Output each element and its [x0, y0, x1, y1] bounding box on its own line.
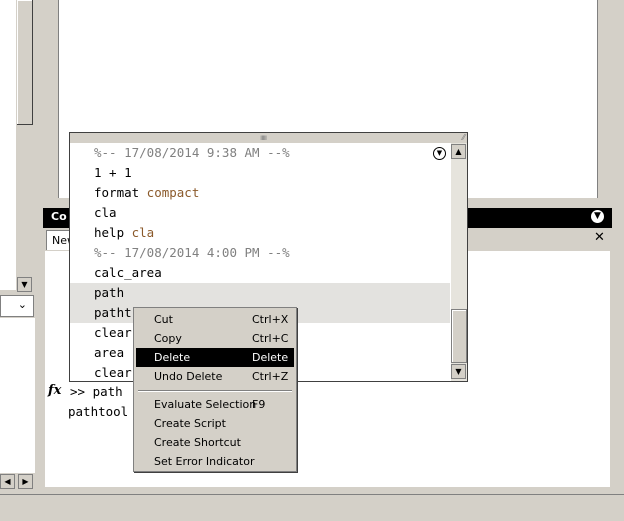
menu-item-set-error-indicator[interactable]: Set Error Indicator: [136, 452, 294, 471]
command-text: 1 + 1: [94, 165, 132, 180]
history-entry[interactable]: calc_area: [94, 263, 162, 283]
menu-item-label: Delete: [154, 351, 191, 364]
command-text: clear: [94, 365, 132, 380]
history-timestamp[interactable]: %-- 17/08/2014 9:38 AM --%: [94, 143, 290, 163]
command-text: format: [94, 185, 140, 200]
down-arrow-icon: ▼: [21, 280, 28, 289]
menu-item-shortcut: Ctrl+C: [252, 332, 289, 345]
menu-item-create-script[interactable]: Create Script: [136, 414, 294, 433]
command-output: pathtool: [68, 404, 129, 419]
resize-grip-icon[interactable]: ⁄⁄: [462, 133, 465, 142]
menu-item-shortcut: Ctrl+X: [252, 313, 289, 326]
right-arrow-icon: ▶: [22, 477, 29, 486]
left-scrollbar-thumb[interactable]: [17, 0, 33, 125]
popup-drag-handle[interactable]: ııııı ⁄⁄: [70, 133, 467, 143]
command-text: patht: [94, 305, 132, 320]
menu-item-evaluate-selection[interactable]: Evaluate Selection F9: [136, 395, 294, 414]
history-entry[interactable]: clear: [94, 323, 132, 343]
right-edge-panel: [612, 0, 624, 520]
menu-item-label: Copy: [154, 332, 182, 345]
left-scroll-left-button[interactable]: ◀: [0, 474, 15, 489]
chevron-down-icon: ⌄: [17, 298, 27, 311]
command-text: path: [94, 285, 125, 300]
timestamp-text: %-- 17/08/2014 9:38 AM --%: [94, 145, 290, 160]
vertical-splitter[interactable]: [35, 0, 43, 520]
command-prompt[interactable]: >> path: [70, 384, 123, 399]
grip-icon: ııııı: [260, 133, 267, 142]
menu-item-shortcut: F9: [252, 398, 266, 411]
left-scroll-right-button[interactable]: ▶: [18, 474, 33, 489]
menu-item-label: Evaluate Selection: [154, 398, 257, 411]
left-lower-pane: [0, 318, 35, 473]
window-menu-icon[interactable]: ▼: [591, 210, 604, 223]
command-text: help: [94, 225, 125, 240]
menu-item-label: Undo Delete: [154, 370, 223, 383]
command-window-gutter: [45, 251, 64, 487]
command-argument: cla: [124, 225, 155, 240]
history-options-icon[interactable]: ▼: [433, 147, 446, 160]
menu-item-create-shortcut[interactable]: Create Shortcut: [136, 433, 294, 452]
menu-item-label: Create Script: [154, 417, 226, 430]
history-scroll-up-button[interactable]: ▲: [451, 144, 466, 159]
context-menu[interactable]: Cut Ctrl+X Copy Ctrl+C Delete Delete Undo Dele…: [133, 307, 297, 472]
command-text: calc_area: [94, 265, 162, 280]
timestamp-text: %-- 17/08/2014 4:00 PM --%: [94, 245, 290, 260]
history-entry[interactable]: path: [70, 283, 450, 303]
tab-new[interactable]: New: [46, 230, 70, 250]
menu-item-label: Cut: [154, 313, 173, 326]
history-entry[interactable]: 1 + 1: [94, 163, 132, 183]
close-icon[interactable]: ✕: [594, 230, 605, 245]
history-entry[interactable]: cla: [94, 203, 117, 223]
history-scrollbar-thumb[interactable]: [451, 309, 467, 363]
history-entry[interactable]: format compact: [94, 183, 199, 203]
status-bar: [0, 494, 624, 521]
history-entry[interactable]: area: [94, 343, 124, 363]
command-text: cla: [94, 205, 117, 220]
left-dropdown[interactable]: ⌄: [0, 295, 34, 317]
menu-item-label: Set Error Indicator: [154, 455, 255, 468]
menu-item-delete[interactable]: Delete Delete: [136, 348, 294, 367]
menu-separator: [138, 390, 292, 392]
up-arrow-icon: ▲: [455, 147, 462, 156]
left-pane-content: [0, 0, 16, 290]
command-text: clear: [94, 325, 132, 340]
menu-item-label: Create Shortcut: [154, 436, 241, 449]
menu-item-shortcut: Ctrl+Z: [252, 370, 289, 383]
down-arrow-icon: ▼: [455, 367, 462, 376]
menu-item-shortcut: Delete: [252, 351, 289, 364]
left-scroll-down-button[interactable]: ▼: [17, 277, 32, 292]
command-text: area: [94, 345, 125, 360]
function-browser-icon[interactable]: fx: [48, 383, 61, 398]
history-scroll-down-button[interactable]: ▼: [451, 364, 466, 379]
left-arrow-icon: ◀: [4, 477, 11, 486]
left-horizontal-scrollbar[interactable]: ◀ ▶: [0, 473, 35, 490]
history-entry[interactable]: clear: [94, 363, 132, 383]
menu-item-cut[interactable]: Cut Ctrl+X: [136, 310, 294, 329]
command-argument: compact: [139, 185, 200, 200]
command-window-title: Co: [51, 210, 67, 223]
history-timestamp[interactable]: %-- 17/08/2014 4:00 PM --%: [94, 243, 290, 263]
history-entry[interactable]: help cla: [94, 223, 154, 243]
menu-item-copy[interactable]: Copy Ctrl+C: [136, 329, 294, 348]
menu-item-undo-delete[interactable]: Undo Delete Ctrl+Z: [136, 367, 294, 386]
